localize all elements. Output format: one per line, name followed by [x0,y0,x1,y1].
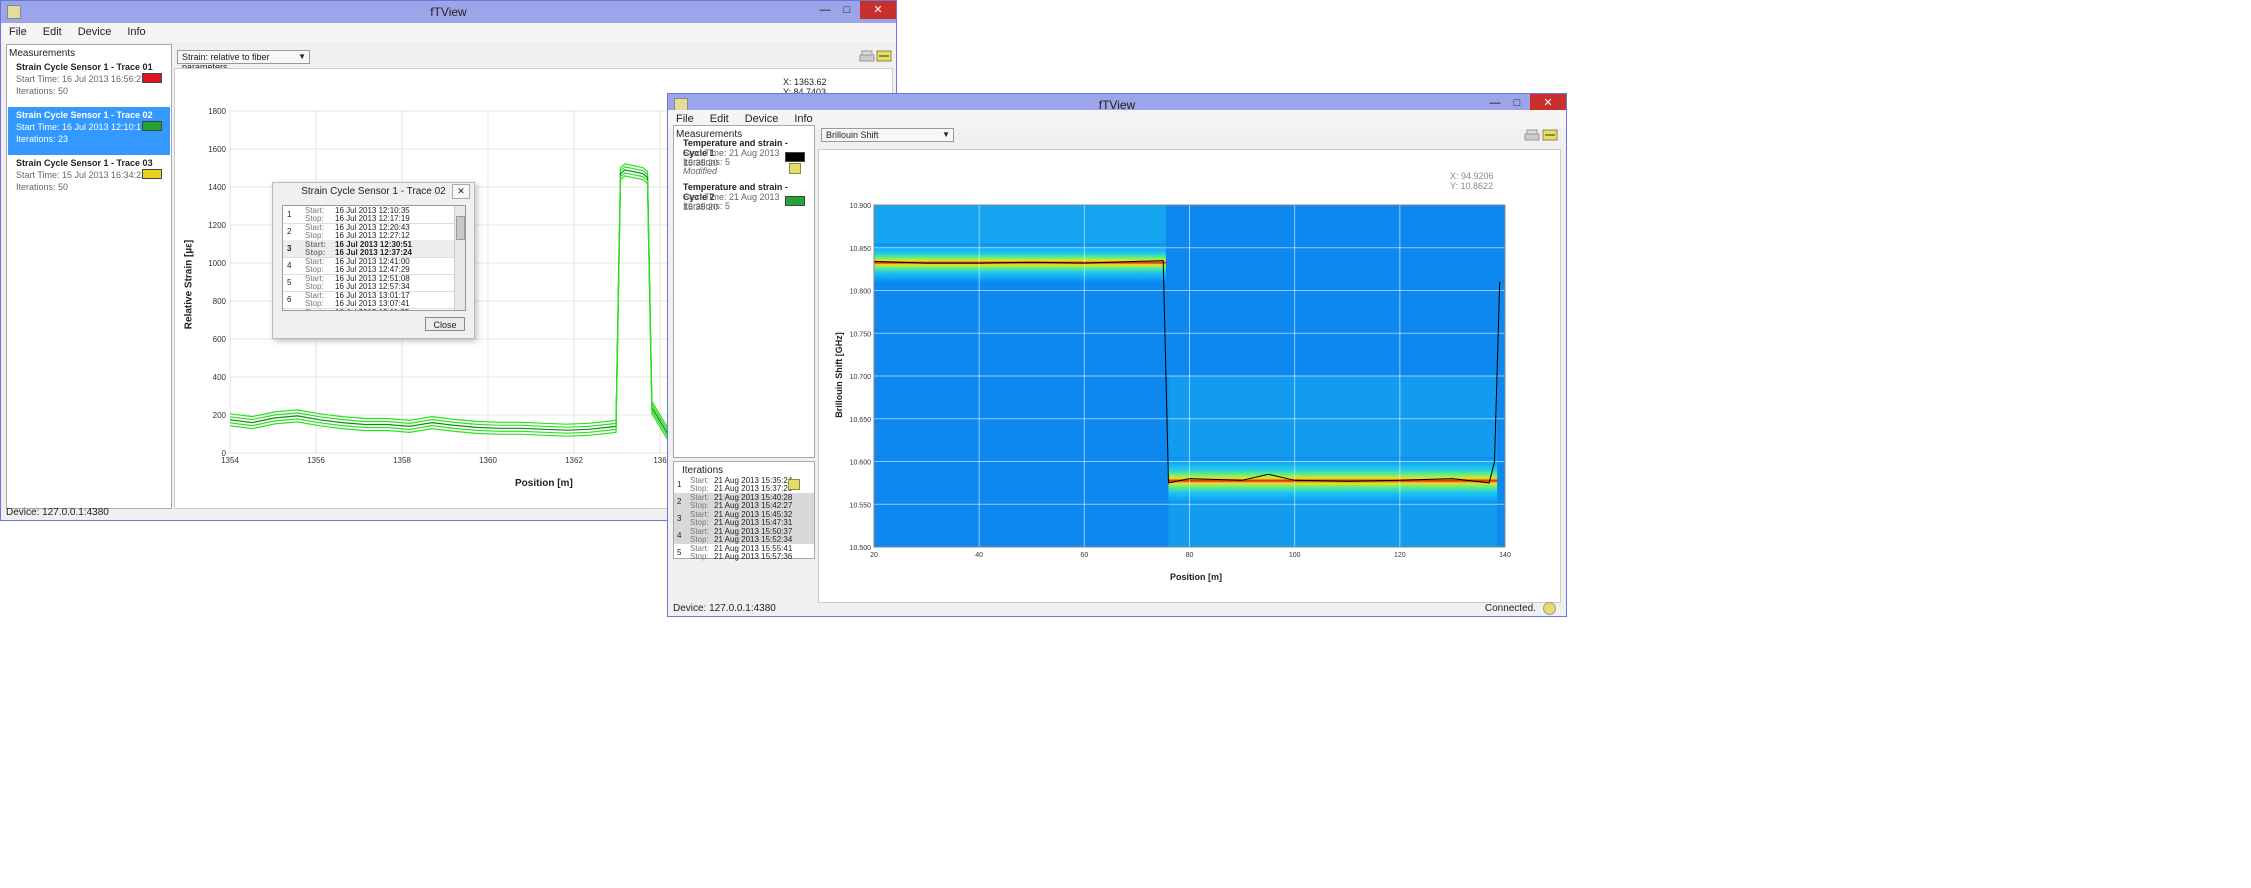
x-tick-label: 136 [653,456,667,465]
y-tick-label: 10.800 [850,289,872,296]
y-tick-label: 1800 [208,107,226,116]
y-tick-label: 600 [213,335,227,344]
y-tick-label: 400 [213,373,227,382]
x-tick-label: 1358 [393,456,411,465]
iterations-dialog: Strain Cycle Sensor 1 - Trace 02 ✕ 1 Star… [272,182,475,339]
x-tick-label: 80 [1186,552,1194,559]
iteration-number: 6 [287,295,292,304]
stop-time: 16 Jul 2013 12:17:19 [335,214,410,223]
window-secondary: fTView — □ ✕ File Edit Device Info Measurem… [667,93,1567,617]
iteration-row[interactable]: 6 Start: 16 Jul 2013 13:01:17 Stop: 16 Jul 2… [283,291,455,309]
iteration-row[interactable]: 4 Start: 16 Jul 2013 12:41:00 Stop: 16 Jul 2… [283,257,455,275]
close-button[interactable]: Close [425,317,465,331]
iteration-row[interactable]: 2 Start: 16 Jul 2013 12:20:43 Stop: 16 Jul 2… [283,223,455,241]
y-tick-label: 10.900 [850,203,872,210]
dialog-title-bar[interactable]: Strain Cycle Sensor 1 - Trace 02 ✕ [273,183,474,200]
x-axis-label: Position [m] [515,478,573,489]
y-tick-label: 10.650 [850,417,872,424]
y-tick-label: 800 [213,297,227,306]
x-tick-label: 120 [1394,552,1406,559]
connection-status: Connected. [1484,603,1536,614]
y-tick-label: 1400 [208,183,226,192]
brillouin-chart: 10.500 10.550 10.600 10.650 10.700 10.750 10.8… [850,203,1511,559]
status-bar: Device: 127.0.0.1:4380 Connected. [668,600,1566,616]
dialog-iterations-list[interactable]: 1 Start: 16 Jul 2013 12:10:35 Stop: 16 Jul 2… [282,205,466,311]
stop-label: Stop: [305,214,324,223]
y-tick-label: 10.700 [850,374,872,381]
y-tick-label: 10.550 [850,502,872,509]
iteration-number: 5 [287,278,292,287]
x-tick-label: 20 [870,552,878,559]
iteration-number: 3 [287,244,292,253]
y-axis-label: Brillouin Shift [GHz] [834,332,844,418]
x-axis-label: Position [m] [1170,572,1222,582]
scrollbar[interactable] [454,206,465,310]
y-tick-label: 1600 [208,145,226,154]
iteration-row[interactable]: 5 Start: 16 Jul 2013 12:51:08 Stop: 16 Jul 2… [283,274,455,292]
iteration-row[interactable]: 1 Start: 16 Jul 2013 12:10:35 Stop: 16 Jul 2… [283,206,455,224]
iteration-row[interactable]: 3 Start: 16 Jul 2013 12:30:51 Stop: 16 Jul 2… [283,240,455,258]
x-tick-label: 40 [975,552,983,559]
heatmap-band [874,205,1166,247]
close-icon[interactable]: ✕ [452,184,470,199]
iteration-number: 1 [287,210,292,219]
device-address: Device: 127.0.0.1:4380 [673,603,776,614]
stop-label: Stop: [305,299,324,308]
x-tick-label: 140 [1499,552,1511,559]
x-tick-label: 1354 [221,456,239,465]
iteration-row[interactable]: 7Start:16 Jul 2013 13:11:25 [283,308,455,310]
x-tick-label: 1362 [565,456,583,465]
stop-time: 16 Jul 2013 12:57:34 [335,282,410,291]
dialog-title: Strain Cycle Sensor 1 - Trace 02 [301,186,446,197]
start-time: 16 Jul 2013 13:11:25 [335,308,409,310]
x-tick-label: 60 [1080,552,1088,559]
stop-time: 16 Jul 2013 12:27:12 [335,231,410,240]
y-tick-label: 200 [213,411,227,420]
scrollbar-thumb[interactable] [456,216,465,240]
connection-icon [1543,602,1556,615]
y-tick-label: 10.500 [850,545,872,552]
x-tick-label: 1356 [307,456,325,465]
stop-label: Stop: [305,231,324,240]
stop-label: Stop: [305,282,324,291]
y-tick-label: 10.750 [850,331,872,338]
y-tick-label: 1000 [208,259,226,268]
y-axis-label: Relative Strain [µε] [183,239,195,330]
x-tick-label: 100 [1289,552,1301,559]
iteration-number: 2 [287,227,292,236]
stop-label: Stop: [305,248,326,257]
stop-time: 16 Jul 2013 12:47:29 [335,265,410,274]
y-tick-label: 1200 [208,221,226,230]
stop-time: 16 Jul 2013 13:07:41 [335,299,410,308]
start-label: Start: [305,308,324,310]
y-tick-label: 10.850 [850,246,872,253]
stop-label: Stop: [305,265,324,274]
stop-time: 16 Jul 2013 12:37:24 [335,248,412,257]
x-tick-label: 1360 [479,456,497,465]
y-tick-label: 10.600 [850,460,872,467]
iteration-number: 4 [287,261,292,270]
